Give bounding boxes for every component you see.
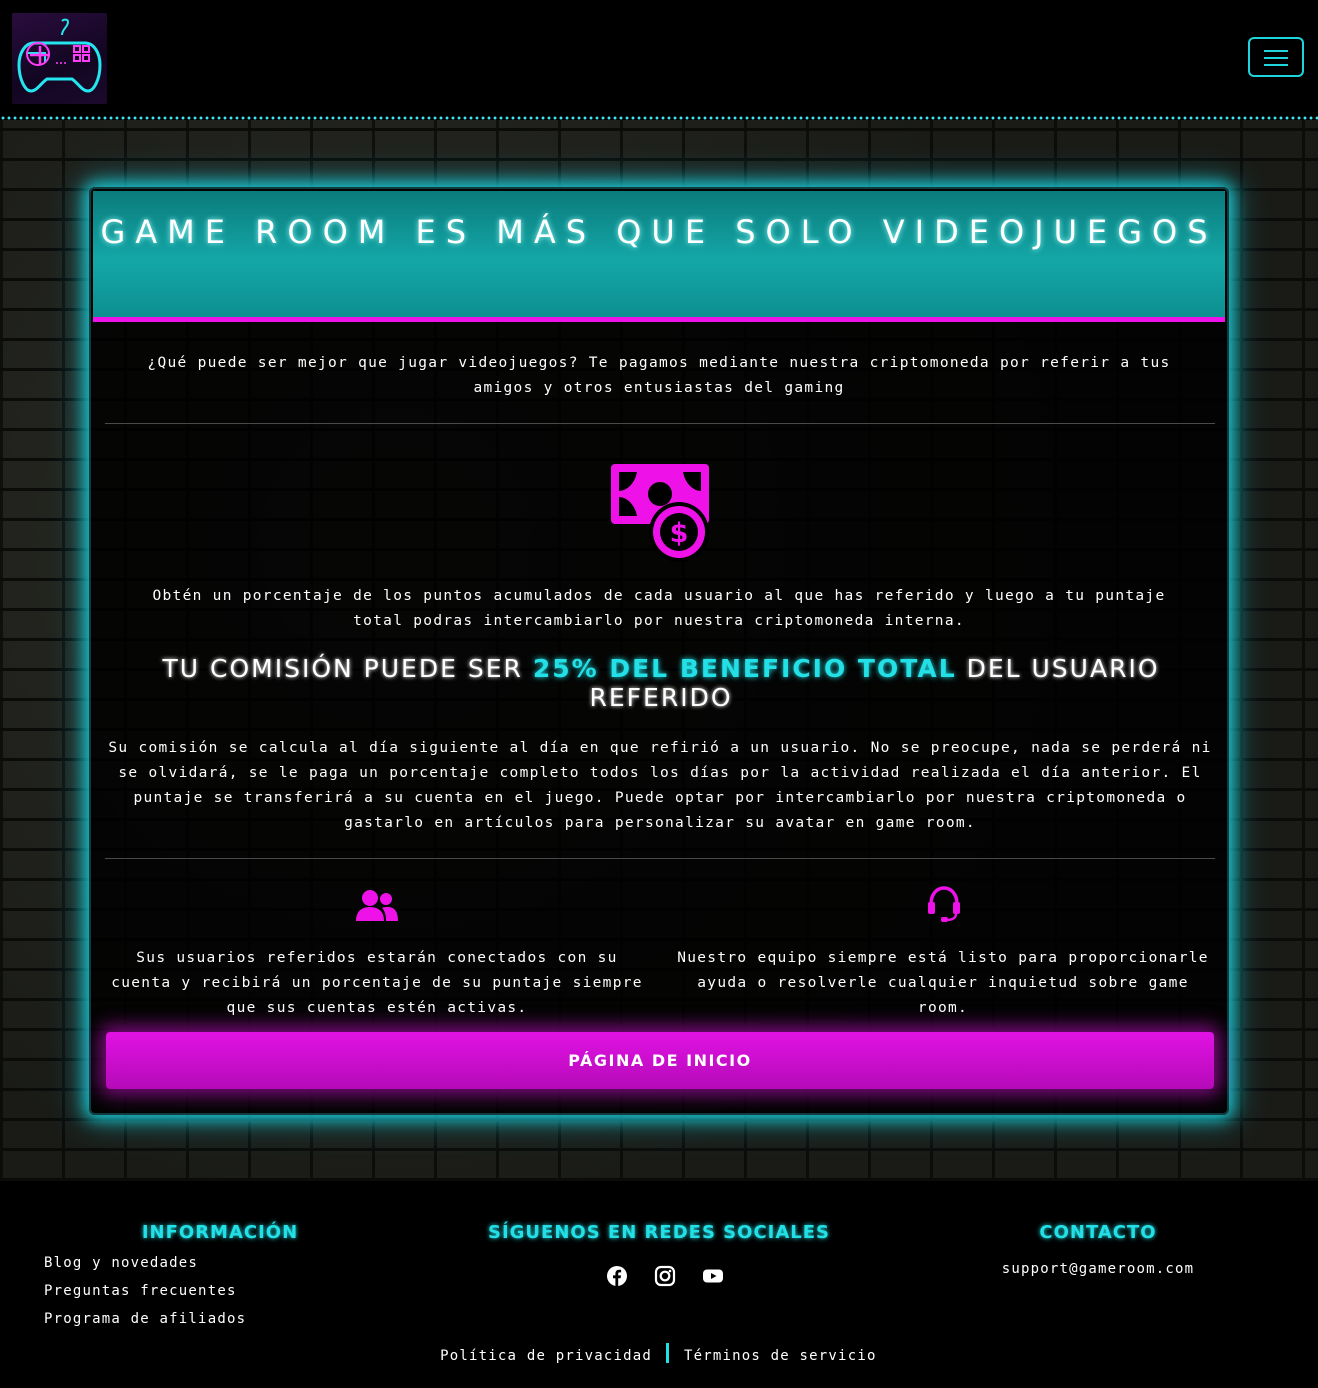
commission-prefix: TU COMISIÓN PUEDE SER [162,654,533,683]
site-logo[interactable] [12,13,107,104]
facebook-icon[interactable] [606,1265,628,1287]
youtube-icon[interactable] [702,1265,724,1287]
hamburger-menu-button[interactable] [1248,37,1304,77]
percentage-text: Obtén un porcentaje de los puntos acumul… [152,588,1166,629]
instagram-icon[interactable] [654,1265,676,1287]
privacy-policy-link[interactable]: Política de privacidad [412,1348,652,1364]
social-heading: SÍGUENOS EN REDES SOCIALES [487,1222,831,1243]
card-header: GAME ROOM ES MÁS QUE SOLO VIDEOJUEGOS [93,191,1225,322]
svg-text:$: $ [670,518,689,549]
hamburger-menu-icon [1264,57,1288,59]
commission-detail-text: Su comisión se calcula al día siguiente … [108,740,1212,831]
footer-separator [666,1343,669,1363]
divider [105,423,1215,424]
hamburger-menu-icon [1264,50,1288,52]
footer-link-faq[interactable]: Preguntas frecuentes [44,1283,237,1299]
home-page-button[interactable]: PÁGINA DE INICIO [106,1032,1214,1089]
intro-text: ¿Qué puede ser mejor que jugar videojueg… [147,355,1171,396]
contact-email[interactable]: support@gameroom.com [948,1261,1248,1277]
users-icon [356,890,398,921]
money-bill-dollar-icon: $ [611,464,709,562]
headset-icon [928,886,960,922]
divider [105,858,1215,859]
feature-users-text: Sus usuarios referidos estarán conectado… [111,950,643,1016]
footer-link-affiliates[interactable]: Programa de afiliados [44,1311,246,1327]
commission-highlight: 25% DEL BENEFICIO TOTAL [532,654,957,683]
site-footer: INFORMACIÓN Blog y novedades Preguntas f… [0,1181,1318,1388]
footer-link-blog[interactable]: Blog y novedades [44,1255,198,1271]
commission-heading: TU COMISIÓN PUEDE SER 25% DEL BENEFICIO … [111,654,1211,712]
hamburger-menu-icon [1264,64,1288,66]
referral-card: GAME ROOM ES MÁS QUE SOLO VIDEOJUEGOS ¿Q… [89,187,1229,1115]
site-header [0,0,1318,120]
info-heading: INFORMACIÓN [141,1222,299,1243]
feature-support-text: Nuestro equipo siempre está listo para p… [677,950,1209,1016]
contact-heading: CONTACTO [1039,1222,1157,1243]
gamepad-neon-icon [17,18,102,93]
page-title: GAME ROOM ES MÁS QUE SOLO VIDEOJUEGOS [100,213,1218,251]
terms-of-service-link[interactable]: Términos de servicio [684,1348,877,1364]
